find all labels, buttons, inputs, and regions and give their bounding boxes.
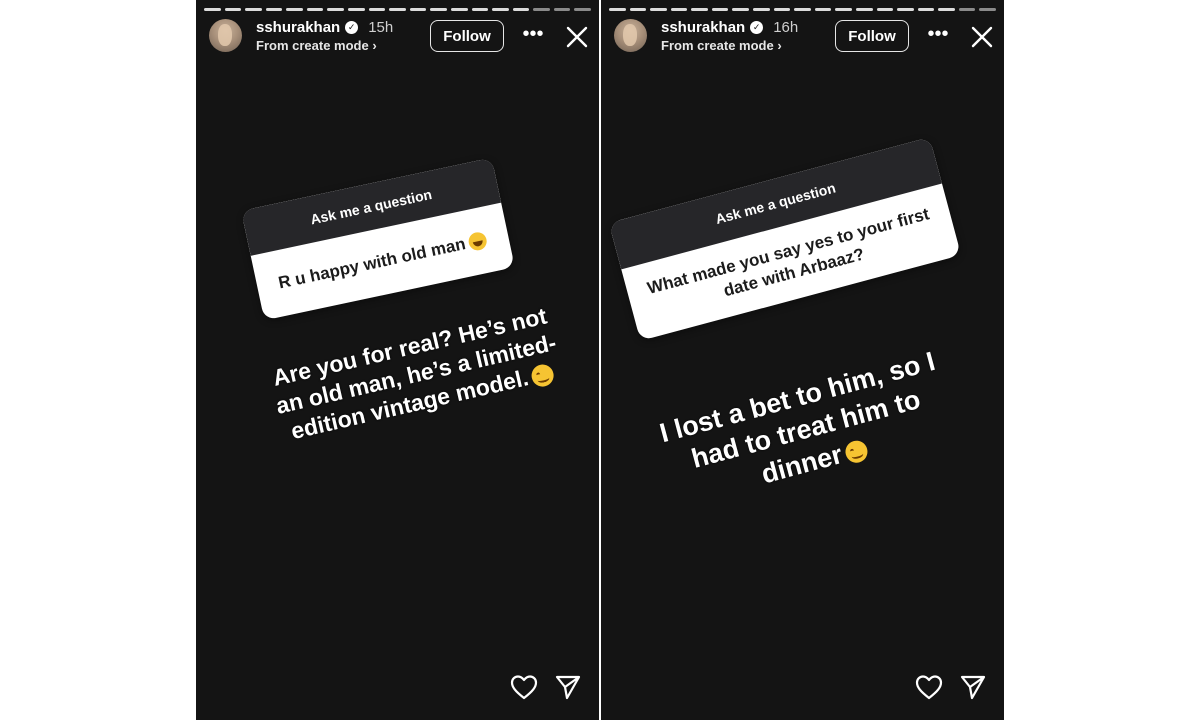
- story-right[interactable]: sshurakhan ✓ 16h From create mode › Foll…: [601, 0, 1004, 720]
- create-mode-link[interactable]: From create mode ›: [256, 38, 377, 53]
- post-time: 16h: [773, 19, 799, 36]
- story-progress-bar: [204, 8, 591, 11]
- story-progress-bar: [609, 8, 996, 11]
- follow-button[interactable]: Follow: [835, 20, 909, 52]
- avatar[interactable]: [614, 19, 647, 52]
- follow-button[interactable]: Follow: [430, 20, 504, 52]
- verified-badge-icon: ✓: [750, 21, 764, 34]
- verified-badge-icon: ✓: [345, 21, 359, 34]
- avatar[interactable]: [209, 19, 242, 52]
- answer-text: Are you for real? He’s not an old man, h…: [270, 302, 559, 445]
- question-sticker: Ask me a question R u happy with old man: [241, 157, 515, 321]
- create-mode-link[interactable]: From create mode ›: [661, 38, 782, 53]
- username[interactable]: sshurakhan: [661, 19, 745, 36]
- smiling-emoji-icon: [843, 438, 871, 465]
- send-icon[interactable]: [959, 674, 987, 700]
- smiling-emoji-icon: [529, 362, 557, 389]
- answer-text: I lost a bet to him, so I had to treat h…: [656, 345, 939, 490]
- send-icon[interactable]: [554, 674, 582, 700]
- username[interactable]: sshurakhan: [256, 19, 340, 36]
- user-row: sshurakhan ✓ 15h: [256, 19, 393, 36]
- heart-icon[interactable]: [915, 674, 943, 700]
- heart-icon[interactable]: [510, 674, 538, 700]
- story-left[interactable]: sshurakhan ✓ 15h From create mode › Foll…: [196, 0, 599, 720]
- question-sticker: Ask me a question What made you say yes …: [608, 137, 962, 341]
- close-icon[interactable]: [566, 26, 588, 48]
- user-row: sshurakhan ✓ 16h: [661, 19, 798, 36]
- close-icon[interactable]: [971, 26, 993, 48]
- laughing-emoji-icon: [467, 230, 489, 252]
- more-icon[interactable]: •••: [520, 24, 546, 48]
- more-icon[interactable]: •••: [925, 24, 951, 48]
- post-time: 15h: [368, 19, 394, 36]
